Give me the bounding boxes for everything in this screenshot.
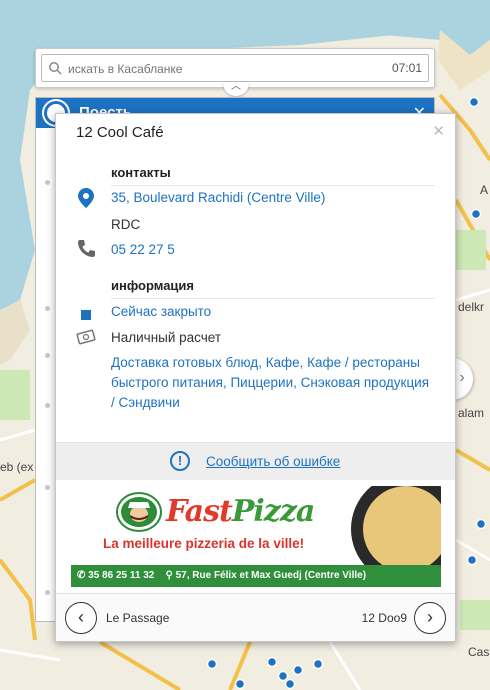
map-label: delkr — [458, 300, 485, 314]
list-bullet-icon — [45, 485, 50, 490]
categories-line[interactable]: Доставка готовых блюд, Кафе, Кафе / рест… — [111, 355, 420, 370]
previous-place-button[interactable]: ‹ — [65, 602, 97, 634]
place-title: 12 Cool Café — [76, 124, 164, 141]
address-link[interactable]: 35, Boulevard Rachidi (Centre Ville) — [111, 190, 325, 205]
search-input[interactable] — [68, 59, 368, 79]
phone-icon: ✆ — [77, 570, 86, 581]
chevron-right-icon: › — [459, 369, 465, 386]
ad-banner[interactable]: FastPizza La meilleure pizzeria de la vi… — [71, 486, 441, 587]
place-details-card: 12 Cool Café ✕ контакты 35, Boulevard Ra… — [55, 113, 456, 642]
map-label: Cas — [468, 645, 490, 659]
opening-status: Сейчас закрыто — [111, 304, 212, 319]
ad-phone: 35 86 25 11 32 — [88, 570, 155, 581]
divider — [111, 185, 435, 186]
phone-icon — [78, 240, 95, 257]
next-place-label[interactable]: 12 Doo9 — [362, 611, 407, 625]
location-pin-icon — [78, 188, 94, 208]
search-time: 07:01 — [391, 61, 422, 75]
card-navigation: ‹ Le Passage 12 Doo9 › — [56, 593, 455, 641]
previous-place-label[interactable]: Le Passage — [106, 611, 169, 625]
map-label: alam — [458, 406, 485, 420]
ad-address: 57, Rue Félix et Max Guedj (Centre Ville… — [175, 570, 367, 581]
close-icon[interactable]: ✕ — [432, 122, 445, 140]
payment-text: Наличный расчет — [111, 330, 222, 345]
chevron-right-icon: › — [427, 607, 433, 627]
map-label: A — [480, 183, 489, 197]
map-label: eb (ex — [0, 460, 34, 474]
ad-contact-strip: ✆ 35 86 25 11 32 ⚲ 57, Rue Félix et Max … — [71, 565, 441, 587]
list-bullet-icon — [45, 590, 50, 595]
list-bullet-icon — [45, 353, 50, 358]
phone-link[interactable]: 05 22 27 5 — [111, 242, 175, 257]
list-bullet-icon — [45, 180, 50, 185]
categories-line[interactable]: / Сэндвичи — [111, 395, 180, 410]
ad-brand: FastPizza — [166, 494, 315, 529]
chef-logo-icon — [116, 492, 162, 532]
divider — [111, 298, 435, 299]
floor-text: RDC — [111, 217, 141, 232]
ad-brand-fast: Fast — [166, 494, 233, 529]
list-bullet-icon — [45, 403, 50, 408]
info-heading: информация — [111, 278, 195, 293]
status-square-icon — [81, 310, 91, 320]
report-error-link[interactable]: Сообщить об ошибке — [206, 454, 340, 469]
chevron-left-icon: ‹ — [78, 607, 84, 627]
report-error-bar: ! Сообщить об ошибке — [56, 442, 455, 480]
location-pin-icon: ⚲ — [165, 570, 173, 581]
ad-tagline: La meilleure pizzeria de la ville! — [103, 536, 305, 551]
cash-icon — [76, 329, 96, 345]
search-box[interactable]: 07:01 — [41, 54, 429, 82]
exclamation-icon: ! — [170, 451, 190, 471]
search-icon[interactable] — [48, 61, 62, 75]
list-bullet-icon — [45, 306, 50, 311]
next-place-button[interactable]: › — [414, 602, 446, 634]
categories-line[interactable]: быстрого питания, Пиццерии, Снэковая про… — [111, 375, 429, 390]
contacts-heading: контакты — [111, 165, 171, 180]
ad-brand-pizza: Pizza — [231, 494, 315, 529]
chevron-up-icon: ︿ — [231, 81, 241, 92]
